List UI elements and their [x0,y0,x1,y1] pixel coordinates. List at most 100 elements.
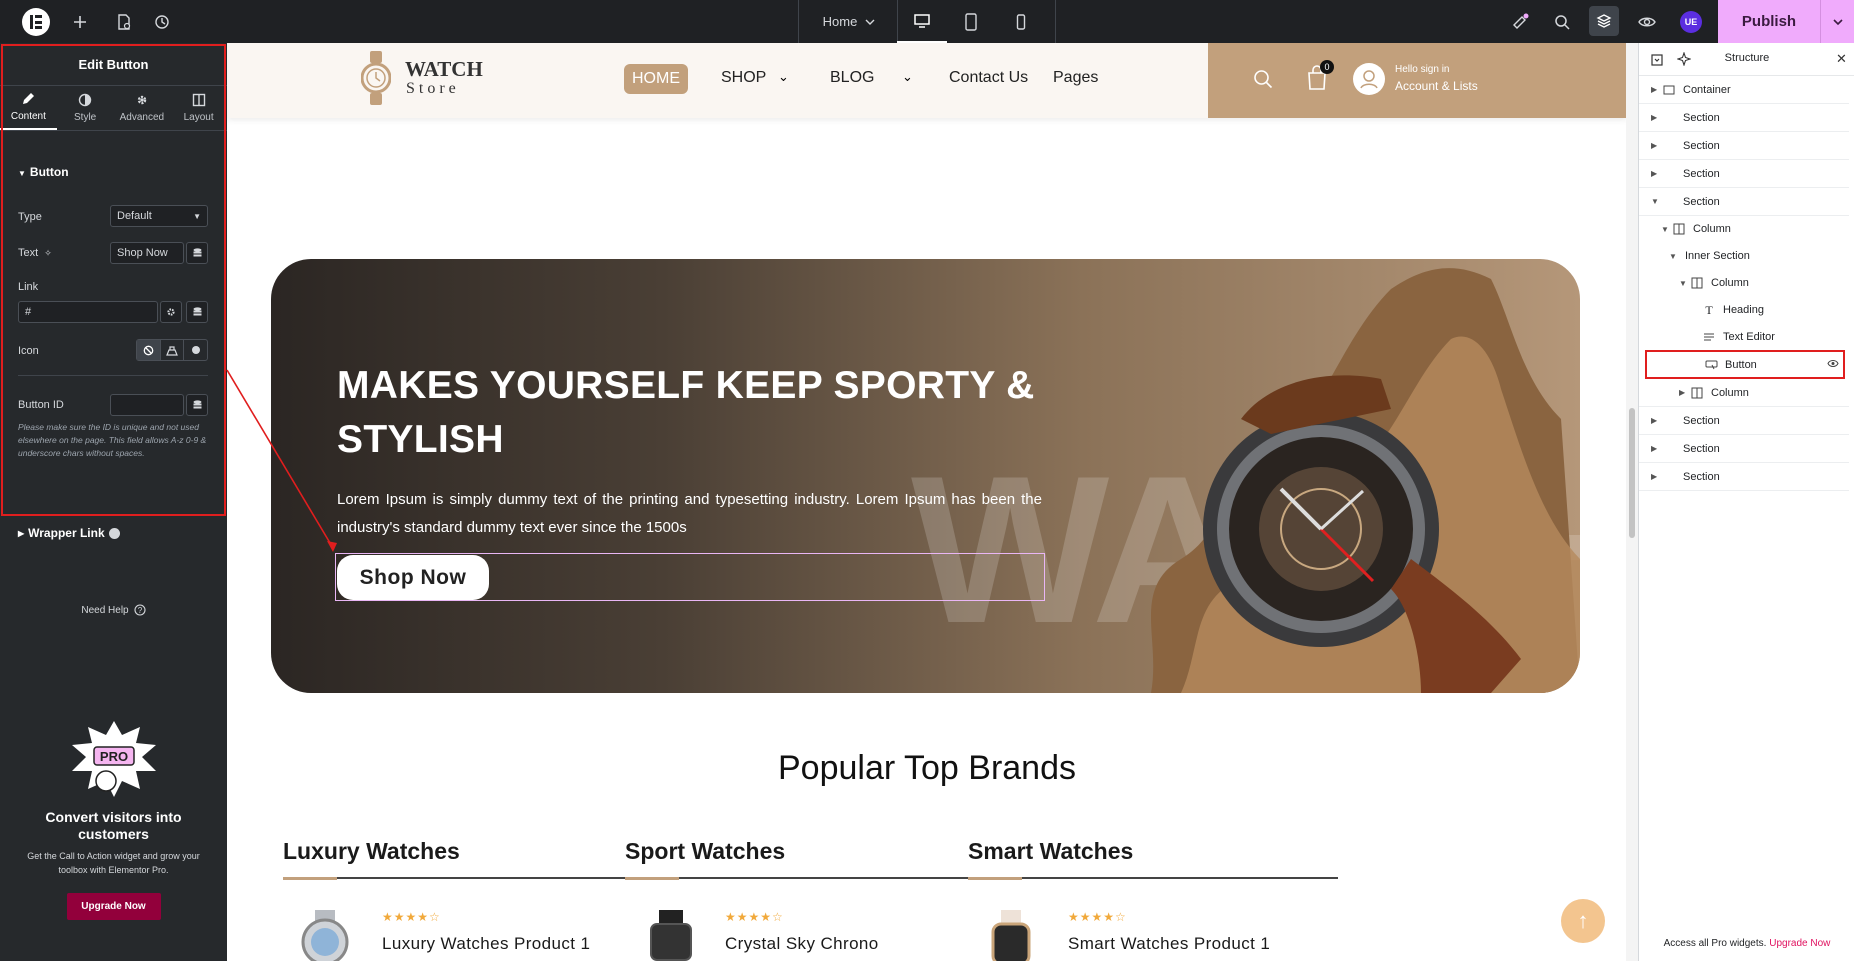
close-icon[interactable]: ✕ [1836,51,1847,67]
container-icon [1661,85,1677,95]
product-card[interactable] [293,910,357,961]
dynamic-tags-icon[interactable] [186,242,208,264]
page-name: Home [822,14,858,29]
heading-icon: T [1705,302,1713,317]
help-circle-icon: ? [134,604,146,616]
button-id-input[interactable] [110,394,184,416]
caret-down-icon: ▼ [1661,224,1669,234]
publish-options-chevron-icon[interactable] [1820,0,1854,43]
tree-item-section[interactable]: ▶ Section [1639,435,1849,463]
ai-sparkle-icon[interactable]: ✧ [44,248,52,258]
mobile-view-icon[interactable] [997,0,1045,43]
text-input[interactable]: Shop Now [110,242,184,264]
type-select[interactable]: Default ▼ [110,205,208,227]
search-icon[interactable] [1548,0,1576,43]
dynamic-tags-icon[interactable] [186,301,208,323]
gear-icon [137,95,147,105]
select-caret-icon: ▼ [193,211,201,221]
product-name[interactable]: Smart Watches Product 1 [1068,934,1270,954]
caret-down-icon: ▼ [18,169,26,178]
page-settings-icon[interactable] [112,0,136,43]
section-button-toggle[interactable]: ▼ Button [18,165,69,179]
edit-panel: Edit Button Content Style Advanced Layou… [0,43,227,961]
visibility-eye-icon[interactable] [1827,359,1839,371]
watch-on-wood-image [1151,268,1580,693]
product-card[interactable] [639,910,703,961]
watch-logo-icon[interactable] [360,51,392,105]
product-info: ★★★★☆ Smart Watches Product 1 [1068,910,1270,954]
wrapper-link-section-toggle[interactable]: ▶ Wrapper Link [18,526,120,540]
tree-item-text-editor[interactable]: Text Editor [1639,323,1849,351]
shop-chevron-down-icon[interactable]: ⌄ [778,69,789,85]
tree-item-section[interactable]: ▶ Section [1639,104,1849,132]
tab-content[interactable]: Content [0,86,57,130]
whats-new-icon[interactable] [1506,0,1534,43]
structure-toggle-icon[interactable] [1589,6,1619,36]
tree-item-section[interactable]: ▶ Section [1639,407,1849,435]
caret-right-icon: ▶ [1679,388,1686,397]
search-icon[interactable] [1253,69,1273,94]
product-card[interactable] [979,910,1043,961]
icon-library-option-icon[interactable] [159,340,184,360]
add-element-icon[interactable] [68,0,92,43]
link-options-gear-icon[interactable] [160,301,182,323]
tree-item-section-expanded[interactable]: ▼ Section [1639,188,1849,216]
editor-top-bar: Home UE Publish [0,0,1854,43]
tree-item-section[interactable]: ▶ Section [1639,132,1849,160]
tree-item-column[interactable]: ▼ Column [1639,215,1849,243]
section-title: Button [29,165,69,179]
elementor-logo-icon[interactable] [22,8,50,36]
tree-item-button-selected[interactable]: Button [1645,350,1845,379]
tree-item-container[interactable]: ▶ Container [1639,76,1849,104]
product-info: ★★★★☆ Crystal Sky Chrono [725,910,879,954]
tree-item-column[interactable]: ▶ Column [1639,379,1849,407]
nav-contact-us[interactable]: Contact Us [949,69,1028,87]
tab-label: Content [10,111,46,122]
account-link[interactable]: Account & Lists [1395,79,1478,93]
brand-column-sport: Sport Watches [625,838,995,880]
caret-down-icon: ▼ [1651,197,1659,206]
divider [18,375,208,376]
user-avatar[interactable]: UE [1680,11,1702,33]
upload-svg-option-icon[interactable] [183,340,207,360]
product-name[interactable]: Crystal Sky Chrono [725,934,879,954]
tree-item-section[interactable]: ▶ Section [1639,463,1849,491]
hero-heading: MAKES YOURSELF KEEP SPORTY & STYLISH [337,364,1035,461]
tree-item-inner-section[interactable]: ▼ Inner Section [1639,242,1849,270]
upgrade-now-button[interactable]: Upgrade Now [66,893,161,920]
nav-home[interactable]: HOME [624,64,688,94]
text-label-text: Text [18,247,39,259]
preview-eye-icon[interactable] [1632,0,1662,43]
tab-advanced[interactable]: Advanced [114,86,171,130]
tree-label: Section [1683,414,1720,427]
no-icon-option-icon[interactable] [137,340,160,360]
tab-style[interactable]: Style [57,86,114,130]
history-icon[interactable] [150,0,174,43]
structure-scrollbar[interactable] [1626,43,1638,961]
scroll-to-top-arrow-icon[interactable]: ↑ [1561,899,1605,943]
nav-shop[interactable]: SHOP [721,69,766,87]
pro-badge-illustration: PRO [71,721,156,797]
need-help-link[interactable]: Need Help ? [0,604,227,616]
blog-chevron-down-icon[interactable]: ⌄ [902,69,913,85]
footer-upgrade-link[interactable]: Upgrade Now [1769,938,1830,949]
rating-stars: ★★★★☆ [1068,910,1127,924]
tree-item-column[interactable]: ▼ Column [1639,269,1849,297]
product-name[interactable]: Luxury Watches Product 1 [382,934,590,954]
tree-item-section[interactable]: ▶ Section [1639,160,1849,188]
shop-now-button[interactable]: Shop Now [337,555,489,600]
desktop-view-icon[interactable] [897,0,947,43]
account-avatar-icon[interactable] [1353,63,1385,95]
tree-item-heading[interactable]: T Heading [1639,296,1849,324]
header-actions: 0 Hello sign in Account & Lists [1208,43,1627,118]
nav-blog[interactable]: BLOG [830,69,874,87]
caret-right-icon: ▶ [1651,141,1658,150]
dynamic-tags-icon[interactable] [186,394,208,416]
tablet-view-icon[interactable] [947,0,995,43]
page-selector[interactable]: Home [799,0,899,43]
nav-pages[interactable]: Pages [1053,69,1098,87]
caret-down-icon: ▼ [1669,251,1677,261]
link-input[interactable]: # [18,301,158,323]
publish-button[interactable]: Publish [1718,0,1820,43]
tab-layout[interactable]: Layout [170,86,227,130]
